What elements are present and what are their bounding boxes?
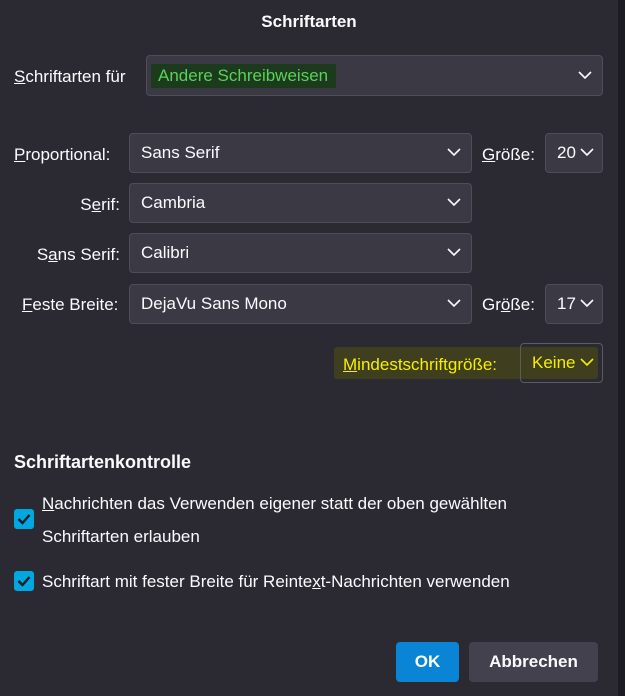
allow-own-fonts-checkbox[interactable] bbox=[14, 509, 34, 529]
chevron-down-icon bbox=[447, 198, 461, 206]
proportional-size-label: Größe: bbox=[482, 145, 535, 164]
chevron-down-icon bbox=[580, 358, 594, 366]
monospace-plaintext-label[interactable]: Schriftart mit fester Breite für Reintex… bbox=[42, 565, 602, 598]
min-size-label: Mindestschriftgröße: bbox=[343, 355, 498, 374]
proportional-font-value: Sans Serif bbox=[141, 143, 220, 162]
sans-serif-font-select[interactable]: Calibri bbox=[129, 233, 472, 273]
chevron-down-icon bbox=[580, 299, 594, 307]
dialog-title: Schriftarten bbox=[261, 12, 357, 31]
chevron-down-icon bbox=[578, 70, 592, 79]
chevron-down-icon bbox=[447, 148, 461, 156]
proportional-size-select[interactable]: 20 bbox=[545, 133, 603, 173]
proportional-font-select[interactable]: Sans Serif bbox=[129, 133, 472, 173]
monospace-size-value: 17 bbox=[557, 294, 576, 313]
ok-button[interactable]: OK bbox=[396, 642, 459, 682]
proportional-label: Proportional: bbox=[14, 145, 111, 164]
checkmark-icon bbox=[17, 576, 31, 587]
min-size-value: Keine bbox=[532, 353, 576, 372]
chevron-down-icon bbox=[447, 299, 461, 307]
monospace-font-value: DejaVu Sans Mono bbox=[141, 294, 287, 313]
background-window-edge bbox=[618, 0, 625, 696]
chevron-down-icon bbox=[447, 248, 461, 256]
serif-font-value: Cambria bbox=[141, 193, 206, 212]
fonts-for-value: Andere Schreibweisen bbox=[151, 63, 337, 88]
checkmark-icon bbox=[17, 514, 31, 525]
min-size-select[interactable]: Keine bbox=[520, 343, 603, 383]
sans-serif-label: Sans Serif: bbox=[36, 245, 120, 264]
fonts-dialog: Schriftarten Schriftarten für Andere Sch… bbox=[0, 0, 618, 696]
font-control-title: Schriftartenkontrolle bbox=[14, 452, 192, 472]
monospace-label: Feste Breite: bbox=[22, 295, 119, 314]
chevron-down-icon bbox=[580, 148, 594, 156]
fonts-for-select[interactable]: Andere Schreibweisen bbox=[146, 55, 603, 96]
monospace-plaintext-checkbox[interactable] bbox=[14, 571, 34, 591]
proportional-size-value: 20 bbox=[557, 143, 576, 162]
fonts-for-label: Schriftarten für bbox=[14, 67, 126, 86]
serif-label: Serif: bbox=[80, 195, 120, 214]
cancel-button[interactable]: Abbrechen bbox=[469, 642, 598, 682]
monospace-size-label: Größe: bbox=[482, 295, 535, 314]
serif-font-select[interactable]: Cambria bbox=[129, 183, 472, 223]
monospace-size-select[interactable]: 17 bbox=[545, 284, 603, 324]
monospace-font-select[interactable]: DejaVu Sans Mono bbox=[129, 284, 472, 324]
sans-serif-font-value: Calibri bbox=[141, 243, 190, 262]
allow-own-fonts-label[interactable]: Nachrichten das Verwenden eigener statt … bbox=[42, 487, 602, 553]
